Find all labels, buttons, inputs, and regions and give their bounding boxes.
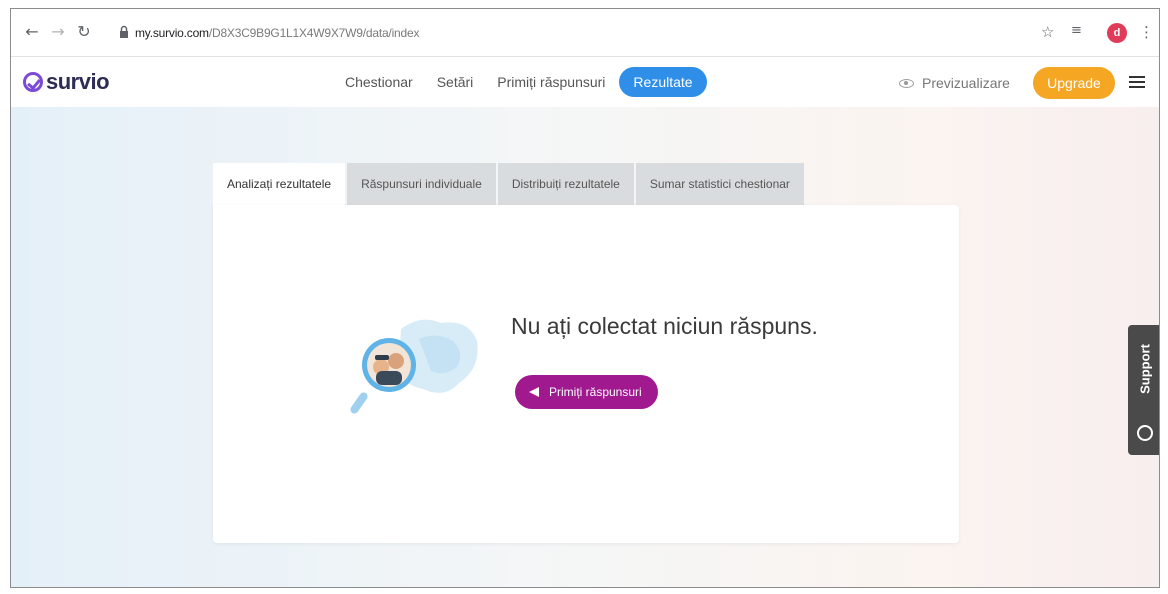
tab-analizati-rezultatele[interactable]: Analizați rezultatele	[213, 163, 346, 205]
eye-icon	[899, 78, 914, 88]
collect-responses-label: Primiți răspunsuri	[549, 385, 642, 399]
support-label: Support	[1137, 344, 1153, 394]
forward-icon[interactable]: →	[49, 23, 67, 41]
browser-window: ← → ↻ my.survio.com/D8X3C9B9G1L1X4W9X7W9…	[10, 8, 1160, 588]
tab-raspunsuri-individuale[interactable]: Răspunsuri individuale	[347, 163, 496, 205]
url-host: my.survio.com	[135, 26, 209, 40]
address-bar[interactable]: my.survio.com/D8X3C9B9G1L1X4W9X7W9/data/…	[135, 26, 419, 40]
nav-primiti-raspunsuri[interactable]: Primiți răspunsuri	[485, 67, 617, 97]
lifebuoy-icon	[1137, 425, 1153, 441]
star-icon[interactable]: ☆	[1041, 23, 1054, 41]
empty-state-card: Nu ați colectat niciun răspuns. Primiți …	[213, 205, 959, 543]
more-menu-icon[interactable]: ⋮	[1139, 23, 1154, 41]
reload-icon[interactable]: ↻	[75, 23, 93, 41]
hamburger-menu-icon[interactable]	[1129, 76, 1145, 88]
main-nav: Chestionar Setări Primiți răspunsuri Rez…	[333, 67, 707, 97]
send-icon	[529, 387, 539, 397]
support-widget[interactable]: Support	[1128, 325, 1159, 455]
results-tabs: Analizați rezultatele Răspunsuri individ…	[213, 163, 806, 205]
playlist-icon[interactable]: ≡	[1071, 23, 1082, 38]
upgrade-button[interactable]: Upgrade	[1033, 67, 1115, 99]
nav-setari[interactable]: Setări	[425, 67, 486, 97]
tab-distribuiti-rezultatele[interactable]: Distribuiți rezultatele	[497, 163, 634, 205]
browser-toolbar: ← → ↻ my.survio.com/D8X3C9B9G1L1X4W9X7W9…	[11, 9, 1159, 57]
empty-state-title: Nu ați colectat niciun răspuns.	[511, 313, 818, 339]
logo-text: survio	[46, 69, 110, 94]
logo-check-icon	[23, 72, 43, 92]
magnifier-people-illustration	[350, 319, 478, 414]
tab-sumar-statistici[interactable]: Sumar statistici chestionar	[635, 163, 804, 205]
preview-button[interactable]: Previzualizare	[899, 75, 1010, 91]
lock-icon	[120, 25, 128, 38]
content-area: Analizați rezultatele Răspunsuri individ…	[11, 107, 1159, 587]
back-icon[interactable]: ←	[23, 23, 41, 41]
nav-chestionar[interactable]: Chestionar	[333, 67, 425, 97]
url-path: /D8X3C9B9G1L1X4W9X7W9/data/index	[208, 26, 420, 40]
app-header: survio Chestionar Setări Primiți răspuns…	[11, 57, 1159, 107]
collect-responses-button[interactable]: Primiți răspunsuri	[515, 375, 658, 409]
nav-rezultate[interactable]: Rezultate	[619, 67, 707, 97]
preview-label: Previzualizare	[922, 75, 1010, 91]
survio-logo[interactable]: survio	[23, 69, 110, 95]
profile-avatar[interactable]: d	[1107, 23, 1127, 43]
